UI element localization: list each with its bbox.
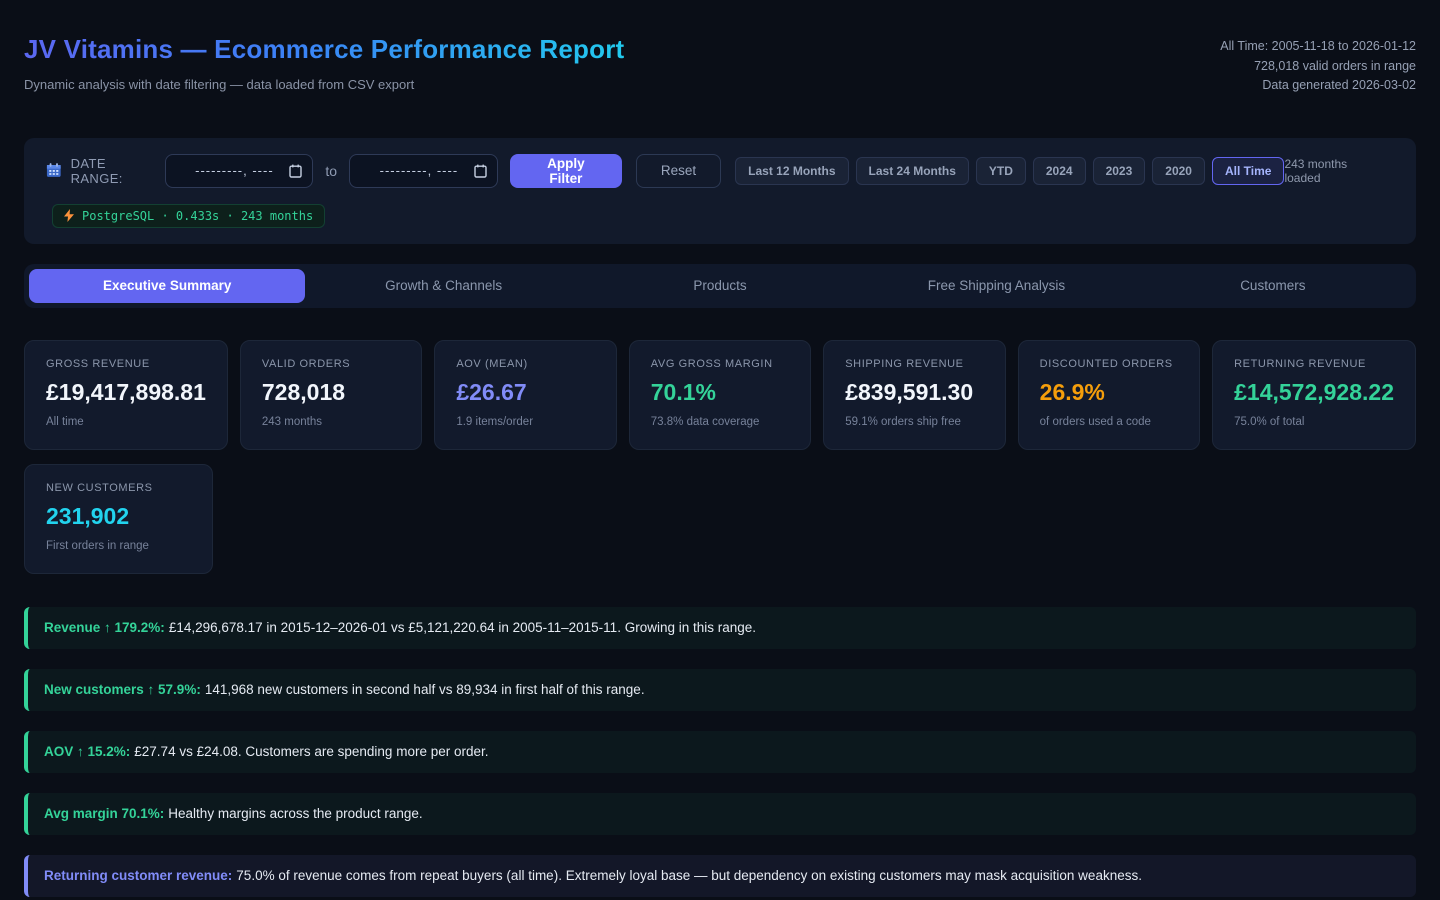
kpi-card-gross-margin: AVG GROSS MARGIN 70.1% 73.8% data covera… — [629, 340, 811, 450]
chip-ytd[interactable]: YTD — [976, 157, 1026, 185]
kpi-value: 70.1% — [651, 379, 789, 406]
insight-lead: Revenue ↑ 179.2%: — [44, 620, 165, 635]
insights-list: Revenue ↑ 179.2%: £14,296,678.17 in 2015-… — [24, 607, 1416, 897]
insight-lead: New customers ↑ 57.9%: — [44, 682, 201, 697]
tab-bar: Executive Summary Growth & Channels Prod… — [24, 264, 1416, 308]
db-status-text: PostgreSQL · 0.433s · 243 months — [82, 209, 313, 223]
header: JV Vitamins — Ecommerce Performance Repo… — [24, 34, 1416, 96]
filter-row: DATE RANGE: ---------, ---- to ---------… — [44, 154, 1396, 188]
insight-new-customers: New customers ↑ 57.9%: 141,968 new custom… — [24, 669, 1416, 711]
kpi-value: £14,572,928.22 — [1234, 379, 1394, 406]
kpi-label: GROSS REVENUE — [46, 358, 206, 370]
date-range-label: DATE RANGE: — [71, 156, 155, 186]
tab-free-shipping[interactable]: Free Shipping Analysis — [858, 269, 1134, 303]
kpi-subtext: 243 months — [262, 416, 400, 428]
months-loaded-text: 243 months loaded — [1284, 157, 1396, 185]
insight-avg-margin: Avg margin 70.1%: Healthy margins across … — [24, 793, 1416, 835]
kpi-card-valid-orders: VALID ORDERS 728,018 243 months — [240, 340, 422, 450]
date-to-input[interactable]: ---------, ---- — [349, 154, 498, 188]
chip-2020[interactable]: 2020 — [1152, 157, 1205, 185]
date-from-input[interactable]: ---------, ---- — [165, 154, 314, 188]
kpi-value: 728,018 — [262, 379, 400, 406]
meta-orders: 728,018 valid orders in range — [1220, 57, 1416, 77]
kpi-value: £19,417,898.81 — [46, 379, 206, 406]
kpi-subtext: 1.9 items/order — [456, 416, 594, 428]
calendar-icon — [46, 162, 62, 179]
kpi-card-discounted-orders: DISCOUNTED ORDERS 26.9% of orders used a… — [1018, 340, 1200, 450]
kpi-label: RETURNING REVENUE — [1234, 358, 1394, 370]
chip-last-24-months[interactable]: Last 24 Months — [856, 157, 969, 185]
tab-products[interactable]: Products — [582, 269, 858, 303]
meta-generated: Data generated 2026-03-02 — [1220, 76, 1416, 96]
kpi-label: VALID ORDERS — [262, 358, 400, 370]
kpi-card-aov: AOV (MEAN) £26.67 1.9 items/order — [434, 340, 616, 450]
insight-lead: Avg margin 70.1%: — [44, 806, 164, 821]
kpi-subtext: 73.8% data coverage — [651, 416, 789, 428]
insight-lead: Returning customer revenue: — [44, 868, 232, 883]
apply-filter-button[interactable]: Apply Filter — [510, 154, 622, 188]
insight-returning-revenue: Returning customer revenue: 75.0% of reve… — [24, 855, 1416, 897]
kpi-label: NEW CUSTOMERS — [46, 482, 191, 494]
kpi-value: £839,591.30 — [845, 379, 983, 406]
kpi-label: SHIPPING REVENUE — [845, 358, 983, 370]
insight-revenue-growth: Revenue ↑ 179.2%: £14,296,678.17 in 2015-… — [24, 607, 1416, 649]
kpi-subtext: First orders in range — [46, 540, 191, 552]
chip-all-time[interactable]: All Time — [1212, 157, 1284, 185]
insight-body: £27.74 vs £24.08. Customers are spending… — [134, 744, 488, 759]
kpi-subtext: 59.1% orders ship free — [845, 416, 983, 428]
report-page: JV Vitamins — Ecommerce Performance Repo… — [0, 0, 1440, 897]
tab-growth-channels[interactable]: Growth & Channels — [305, 269, 581, 303]
chip-2024[interactable]: 2024 — [1033, 157, 1086, 185]
page-subtitle: Dynamic analysis with date filtering — d… — [24, 77, 624, 92]
kpi-label: DISCOUNTED ORDERS — [1040, 358, 1178, 370]
chip-last-12-months[interactable]: Last 12 Months — [735, 157, 848, 185]
date-to-value: ---------, ---- — [364, 163, 474, 178]
kpi-card-grid-row2: NEW CUSTOMERS 231,902 First orders in ra… — [24, 464, 1416, 574]
header-left: JV Vitamins — Ecommerce Performance Repo… — [24, 34, 624, 92]
insight-body: Healthy margins across the product range… — [168, 806, 422, 821]
insight-aov: AOV ↑ 15.2%: £27.74 vs £24.08. Customers … — [24, 731, 1416, 773]
kpi-value: £26.67 — [456, 379, 594, 406]
header-meta: All Time: 2005-11-18 to 2026-01-12 728,0… — [1220, 37, 1416, 96]
insight-body: 75.0% of revenue comes from repeat buyer… — [236, 868, 1142, 883]
insight-body: £14,296,678.17 in 2015-12–2026-01 vs £5,… — [169, 620, 756, 635]
tab-executive-summary[interactable]: Executive Summary — [29, 269, 305, 303]
calendar-picker-icon[interactable] — [289, 164, 302, 178]
filter-panel: DATE RANGE: ---------, ---- to ---------… — [24, 138, 1416, 244]
tab-customers[interactable]: Customers — [1135, 269, 1411, 303]
kpi-value: 231,902 — [46, 503, 191, 530]
kpi-label: AOV (MEAN) — [456, 358, 594, 370]
chip-2023[interactable]: 2023 — [1093, 157, 1146, 185]
quick-filter-chips: Last 12 Months Last 24 Months YTD 2024 2… — [735, 157, 1284, 185]
kpi-subtext: of orders used a code — [1040, 416, 1178, 428]
to-label: to — [325, 163, 337, 179]
kpi-card-gross-revenue: GROSS REVENUE £19,417,898.81 All time — [24, 340, 228, 450]
kpi-card-grid: GROSS REVENUE £19,417,898.81 All time VA… — [24, 340, 1416, 450]
page-title: JV Vitamins — Ecommerce Performance Repo… — [24, 34, 624, 65]
reset-button[interactable]: Reset — [636, 154, 721, 188]
kpi-subtext: 75.0% of total — [1234, 416, 1394, 428]
db-status-badge: PostgreSQL · 0.433s · 243 months — [52, 204, 325, 228]
kpi-card-shipping-revenue: SHIPPING REVENUE £839,591.30 59.1% order… — [823, 340, 1005, 450]
kpi-subtext: All time — [46, 416, 206, 428]
date-from-value: ---------, ---- — [180, 163, 290, 178]
kpi-value: 26.9% — [1040, 379, 1178, 406]
insight-lead: AOV ↑ 15.2%: — [44, 744, 130, 759]
kpi-label: AVG GROSS MARGIN — [651, 358, 789, 370]
insight-body: 141,968 new customers in second half vs … — [205, 682, 645, 697]
calendar-picker-icon[interactable] — [474, 164, 487, 178]
kpi-card-new-customers: NEW CUSTOMERS 231,902 First orders in ra… — [24, 464, 213, 574]
lightning-bolt-icon — [64, 209, 74, 222]
meta-range: All Time: 2005-11-18 to 2026-01-12 — [1220, 37, 1416, 57]
kpi-card-returning-revenue: RETURNING REVENUE £14,572,928.22 75.0% o… — [1212, 340, 1416, 450]
